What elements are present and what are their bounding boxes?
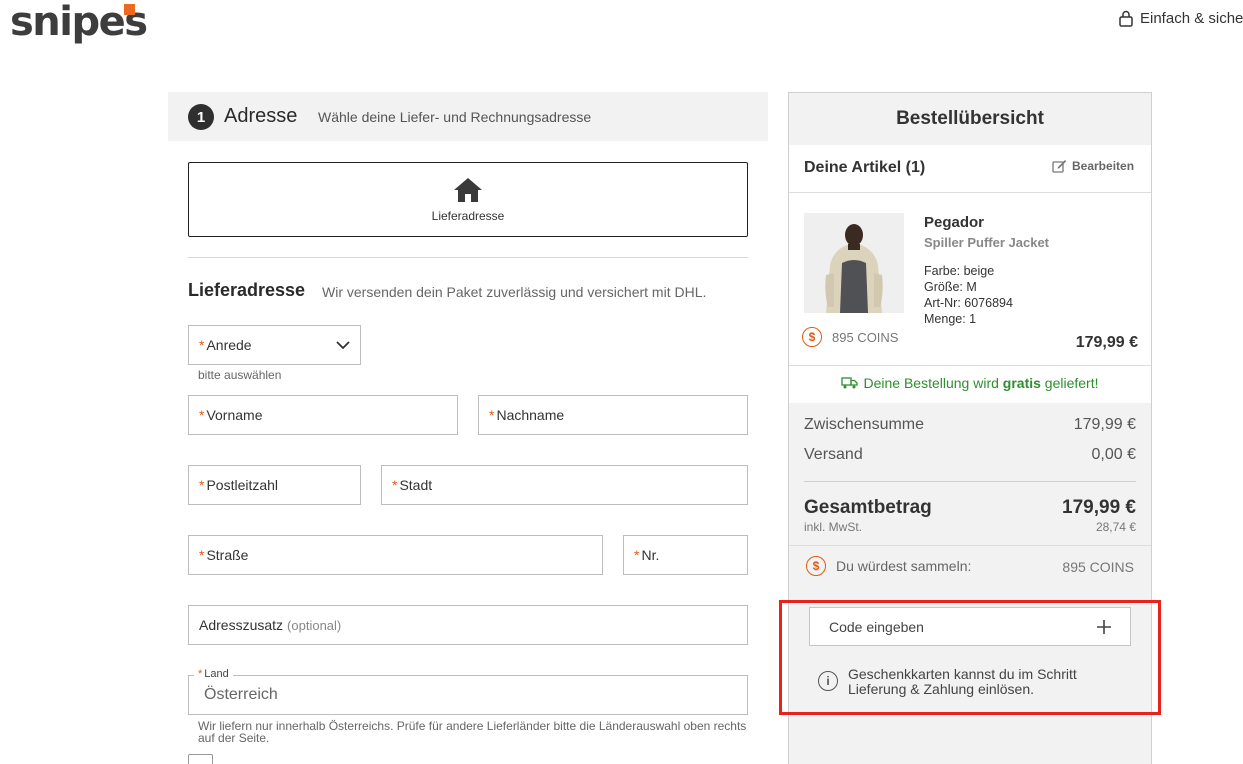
secure-checkout-note: Einfach & sicher	[1118, 10, 1243, 27]
free-shipping-note: Deine Bestellung wird gratis geliefert!	[789, 375, 1151, 391]
step-subtitle: Wähle deine Liefer- und Rechnungsadresse	[318, 109, 592, 125]
delivery-section-subtitle: Wir versenden dein Paket zuverlässig und…	[322, 284, 707, 300]
tax-value: 28,74 €	[1095, 520, 1136, 534]
highlight-box	[779, 600, 1161, 715]
salutation-select[interactable]: * Anrede	[188, 325, 361, 365]
collect-coins-label: $ Du würdest sammeln:	[806, 556, 971, 576]
edit-icon	[1052, 160, 1067, 173]
country-value: Österreich	[204, 686, 278, 703]
secure-text: Einfach & sicher	[1140, 10, 1243, 27]
house-number-field[interactable]: * Nr.	[623, 535, 748, 575]
product-quantity: Menge: 1	[924, 312, 977, 326]
product-image[interactable]	[804, 213, 904, 313]
snipes-logo[interactable]: snipes	[10, 0, 148, 44]
divider	[188, 257, 748, 258]
country-field[interactable]: Österreich	[188, 675, 748, 715]
step-number: 1	[188, 104, 214, 130]
product-brand: Pegador	[924, 214, 985, 231]
salutation-hint: bitte auswählen	[198, 368, 282, 382]
cart-items-count: Deine Artikel (1)	[804, 159, 926, 176]
product-price: 179,99 €	[1075, 334, 1138, 351]
collect-coins-value: 895 COINS	[1062, 559, 1134, 575]
postal-code-field[interactable]: * Postleitzahl	[188, 465, 361, 505]
product-coins: $ 895 COINS	[802, 327, 898, 347]
logo-accent-square	[124, 4, 135, 15]
shipping-label: Versand	[804, 446, 863, 463]
home-icon	[454, 177, 482, 202]
tax-label: inkl. MwSt.	[804, 520, 863, 534]
total-value: 179,99 €	[1062, 497, 1136, 518]
billing-same-checkbox[interactable]	[188, 754, 213, 764]
last-name-field[interactable]: * Nachname	[478, 395, 748, 435]
product-name: Spiller Puffer Jacket	[924, 235, 1049, 250]
edit-cart-link[interactable]: Bearbeiten	[1052, 159, 1134, 173]
subtotal-value: 179,99 €	[1073, 416, 1136, 433]
coin-icon: $	[806, 556, 826, 576]
product-photo-jacket	[804, 213, 904, 313]
step-header: 1 Adresse Wähle deine Liefer- und Rechnu…	[168, 92, 768, 141]
chevron-down-icon	[336, 340, 350, 349]
order-summary-title: Bestellübersicht	[789, 93, 1151, 145]
subtotal-label: Zwischensumme	[804, 416, 925, 433]
summary-divider	[789, 192, 1151, 193]
salutation-label: * Anrede	[199, 337, 252, 353]
truck-icon	[841, 377, 859, 389]
step-title: Adresse	[224, 105, 298, 127]
city-field[interactable]: * Stadt	[381, 465, 748, 505]
coin-icon: $	[802, 327, 822, 347]
product-size: Größe: M	[924, 280, 977, 294]
product-article-number: Art-Nr: 6076894	[924, 296, 1013, 310]
total-label: Gesamtbetrag	[804, 497, 932, 518]
totals-divider	[804, 481, 1136, 482]
delivery-section-title: Lieferadresse	[188, 280, 306, 300]
address-extra-field[interactable]: Adresszusatz (optional)	[188, 605, 748, 645]
lock-icon	[1119, 10, 1133, 27]
country-label: * Land	[194, 668, 233, 680]
product-color: Farbe: beige	[924, 264, 995, 278]
totals-divider	[789, 545, 1151, 546]
summary-divider	[789, 365, 1151, 366]
shipping-value: 0,00 €	[1091, 446, 1136, 463]
delivery-address-card[interactable]: Lieferadresse	[188, 162, 748, 237]
first-name-field[interactable]: * Vorname	[188, 395, 458, 435]
country-hint: Wir liefern nur innerhalb Österreichs. P…	[198, 719, 747, 745]
street-field[interactable]: * Straße	[188, 535, 603, 575]
address-card-label: Lieferadresse	[431, 208, 505, 223]
